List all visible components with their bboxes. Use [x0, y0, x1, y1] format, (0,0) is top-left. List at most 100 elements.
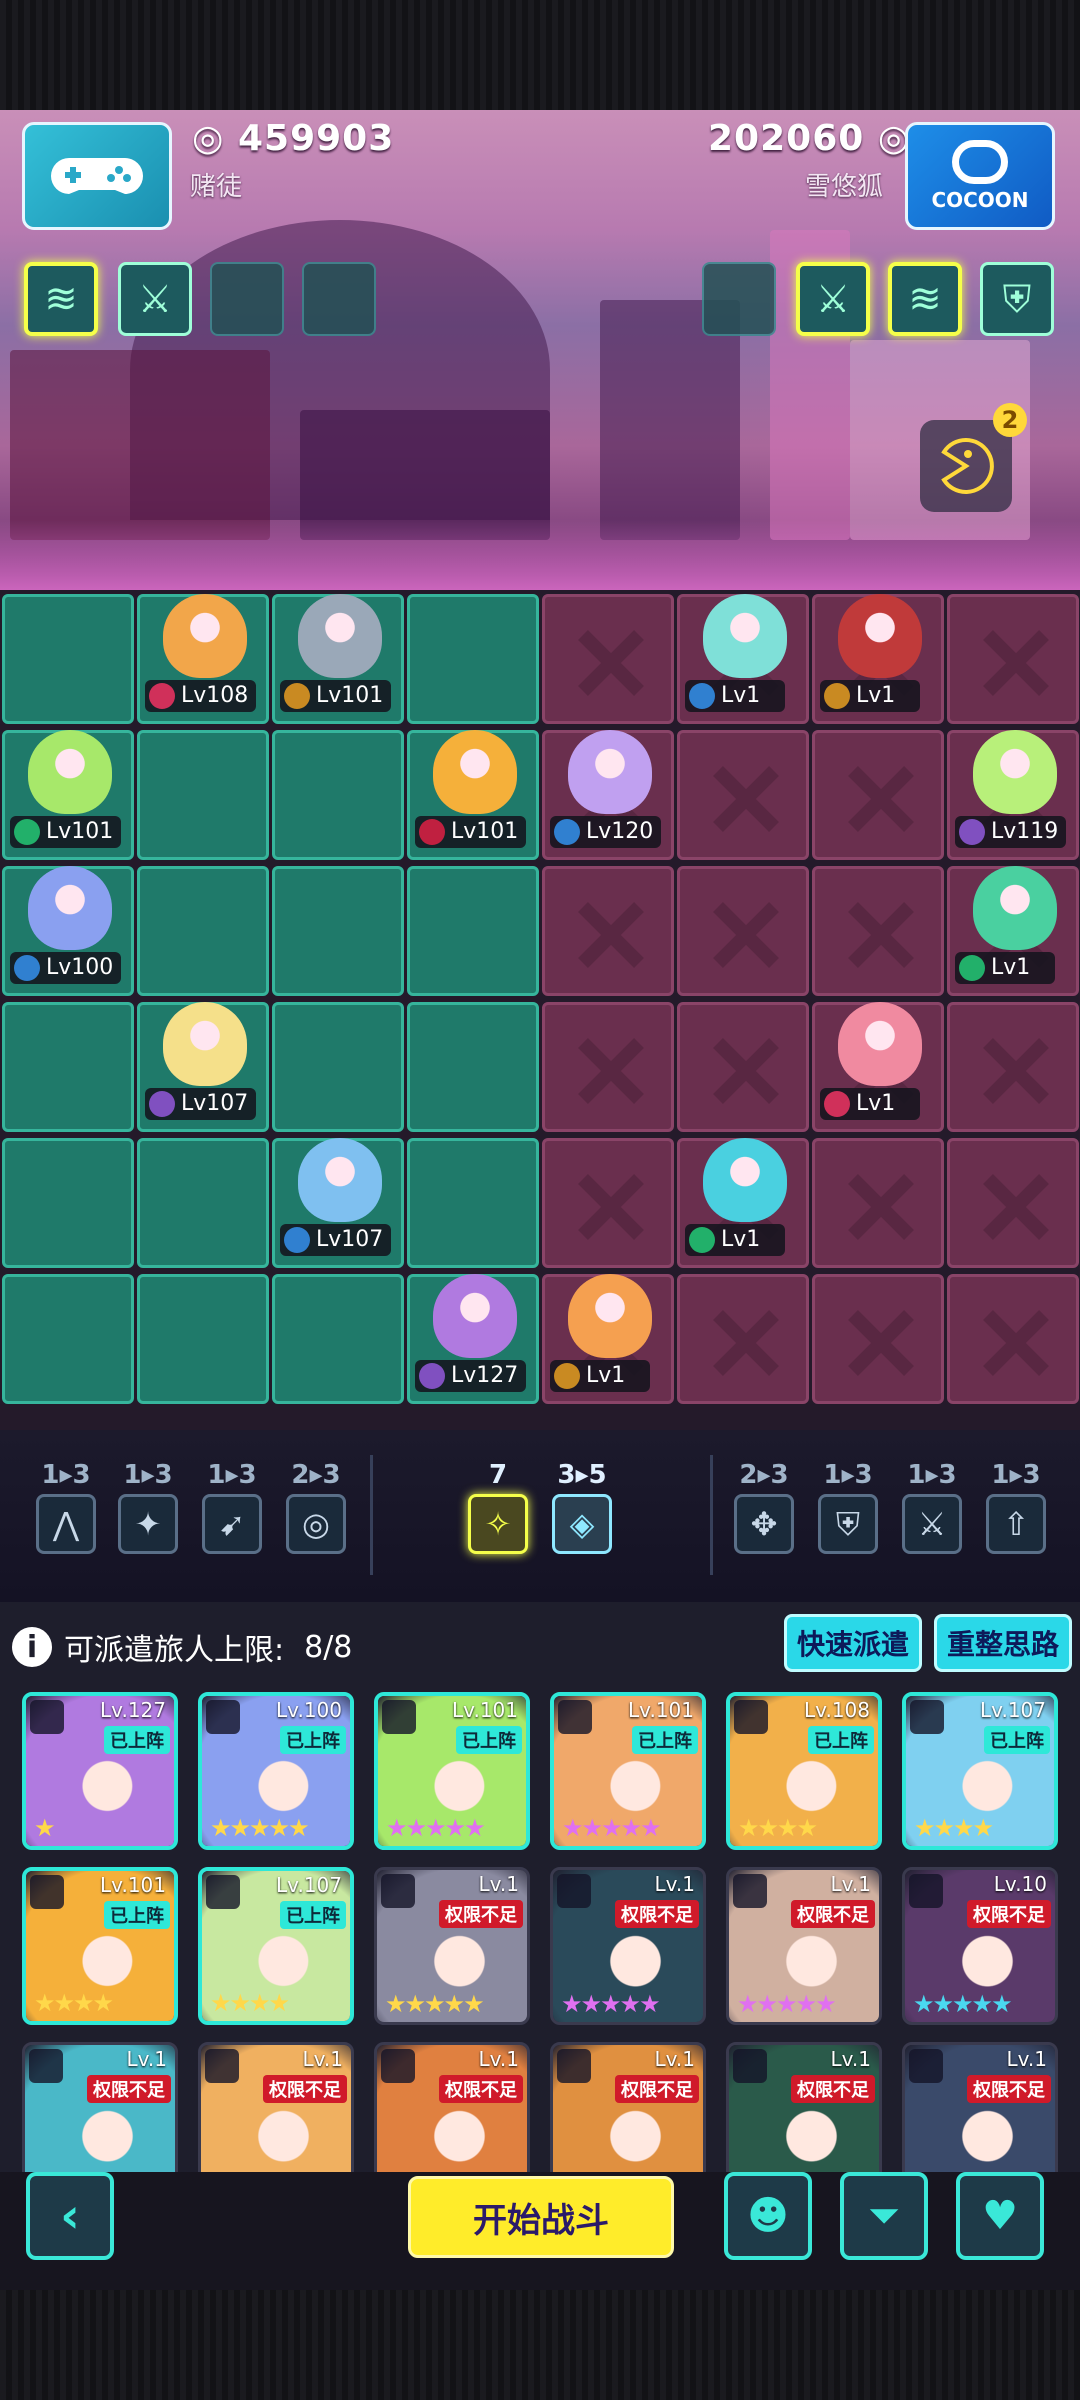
enemy-unit[interactable]: Lv1	[820, 1002, 940, 1132]
traveler-card[interactable]: Lv.1 权限不足 ★★★★★	[374, 1867, 530, 2025]
unit-sprite	[973, 730, 1057, 814]
traveler-card[interactable]: Lv.1 权限不足 ★★★★★	[550, 1867, 706, 2025]
player-unit[interactable]: Lv108	[145, 594, 265, 724]
traveler-card[interactable]: Lv.1 权限不足	[22, 2042, 178, 2172]
roster-panel: i 可派遣旅人上限: 8/8 快速派遣 重整思路 Lv.127 已上阵 ★ Lv.10…	[0, 1602, 1080, 2172]
enemy-unit[interactable]: Lv1	[685, 1138, 805, 1268]
filter-button[interactable]: ⏷	[840, 2172, 928, 2260]
reset-button[interactable]: 重整思路	[934, 1614, 1072, 1672]
traveler-card[interactable]: Lv.1 权限不足	[198, 2042, 354, 2172]
player-tile[interactable]	[2, 1138, 134, 1268]
strategy-button[interactable]: ☻	[724, 2172, 812, 2260]
enemy-unit[interactable]: Lv1	[955, 866, 1075, 996]
enemy-unit[interactable]: Lv1	[685, 594, 805, 724]
player-unit[interactable]: Lv107	[280, 1138, 400, 1268]
info-icon[interactable]: i	[12, 1627, 52, 1667]
blocked-x-icon	[575, 627, 647, 699]
synergy-count: 2▸3	[739, 1460, 789, 1490]
traveler-card[interactable]: Lv.127 已上阵 ★	[22, 1692, 178, 1850]
favorite-button[interactable]: ♥	[956, 2172, 1044, 2260]
player-skill-slot-empty[interactable]	[302, 262, 376, 336]
opponent-skill-sword[interactable]: ⚔	[796, 262, 870, 336]
class-icon	[284, 1227, 310, 1253]
unit-level-text: Lv101	[451, 819, 519, 844]
chat-button[interactable]	[920, 420, 1012, 512]
opponent-skill-shield[interactable]: ⛨	[980, 262, 1054, 336]
enemy-unit[interactable]: Lv119	[955, 730, 1075, 860]
back-button[interactable]: ‹	[26, 2172, 114, 2260]
player-tile[interactable]	[137, 1274, 269, 1404]
player-unit[interactable]: Lv101	[10, 730, 130, 860]
quick-deploy-button[interactable]: 快速派遣	[784, 1614, 922, 1672]
synergy-mountain-peak[interactable]: 1▸3 ⋀	[34, 1460, 98, 1554]
opponent-avatar-card[interactable]: COCOON	[905, 122, 1055, 230]
synergy-diamond-layers[interactable]: 3▸5 ◈	[550, 1460, 614, 1554]
player-skill-wave[interactable]: ≋	[24, 262, 98, 336]
synergy-arrow-target[interactable]: 1▸3 ➹	[200, 1460, 264, 1554]
synergy-sparkle-star[interactable]: 7 ✧	[466, 1460, 530, 1554]
enemy-tile	[542, 1002, 674, 1132]
heart-tag-icon: ♥	[982, 2193, 1018, 2239]
player-tile[interactable]	[2, 1274, 134, 1404]
player-unit[interactable]: Lv101	[415, 730, 535, 860]
player-tile[interactable]	[407, 866, 539, 996]
traveler-card[interactable]: Lv.1 权限不足	[374, 2042, 530, 2172]
class-icon	[284, 683, 310, 709]
locked-tag: 权限不足	[439, 2075, 523, 2103]
synergy-crossed-swords[interactable]: 1▸3 ⚔	[900, 1460, 964, 1554]
player-unit[interactable]: Lv107	[145, 1002, 265, 1132]
player-unit[interactable]: Lv101	[280, 594, 400, 724]
player-tile[interactable]	[272, 730, 404, 860]
blocked-x-icon	[575, 1171, 647, 1243]
player-tile[interactable]	[407, 594, 539, 724]
synergy-shuriken[interactable]: 1▸3 ✦	[116, 1460, 180, 1554]
filter-icon: ⏷	[868, 2193, 900, 2239]
player-tile[interactable]	[2, 1002, 134, 1132]
player-tile[interactable]	[137, 866, 269, 996]
blocked-x-icon	[575, 1035, 647, 1107]
card-level: Lv.1	[302, 2047, 343, 2071]
player-tile[interactable]	[407, 1002, 539, 1132]
traveler-card[interactable]: Lv.1 权限不足	[726, 2042, 882, 2172]
synergy-shield-crest[interactable]: 1▸3 ⛨	[816, 1460, 880, 1554]
synergy-winged-crest[interactable]: 2▸3 ✥	[732, 1460, 796, 1554]
player-avatar-card[interactable]	[22, 122, 172, 230]
player-unit[interactable]: Lv100	[10, 866, 130, 996]
traveler-card[interactable]: Lv.101 已上阵 ★★★★	[22, 1867, 178, 2025]
traveler-card[interactable]: Lv.1 权限不足 ★★★★★	[726, 1867, 882, 2025]
player-skill-slot-empty[interactable]	[210, 262, 284, 336]
traveler-card[interactable]: Lv.108 已上阵 ★★★★	[726, 1692, 882, 1850]
card-level: Lv.101	[628, 1698, 694, 1722]
card-level: Lv.1	[478, 2047, 519, 2071]
locked-tag: 权限不足	[87, 2075, 171, 2103]
player-tile[interactable]	[407, 1138, 539, 1268]
enemy-unit[interactable]: Lv1	[820, 594, 940, 724]
opponent-skill-slot-empty[interactable]	[702, 262, 776, 336]
traveler-card[interactable]: Lv.1 权限不足	[902, 2042, 1058, 2172]
player-unit[interactable]: Lv127	[415, 1274, 535, 1404]
synergy-swirl[interactable]: 2▸3 ◎	[284, 1460, 348, 1554]
traveler-card[interactable]: Lv.1 权限不足	[550, 2042, 706, 2172]
traveler-card[interactable]: Lv.10 权限不足 ★★★★★	[902, 1867, 1058, 2025]
start-battle-button[interactable]: 开始战斗	[408, 2176, 674, 2258]
traveler-card[interactable]: Lv.101 已上阵 ★★★★★	[550, 1692, 706, 1850]
unit-level: Lv127	[415, 1360, 527, 1392]
player-tile[interactable]	[137, 1138, 269, 1268]
class-icon	[824, 683, 850, 709]
traveler-card[interactable]: Lv.101 已上阵 ★★★★★	[374, 1692, 530, 1850]
player-tile[interactable]	[272, 866, 404, 996]
traveler-card[interactable]: Lv.107 已上阵 ★★★★	[902, 1692, 1058, 1850]
player-tile[interactable]	[2, 594, 134, 724]
player-tile[interactable]	[137, 730, 269, 860]
traveler-card[interactable]: Lv.107 已上阵 ★★★★	[198, 1867, 354, 2025]
opponent-skill-wave[interactable]: ≋	[888, 262, 962, 336]
synergy-up-arrow-crest[interactable]: 1▸3 ⇧	[984, 1460, 1048, 1554]
enemy-unit[interactable]: Lv120	[550, 730, 670, 860]
traveler-card[interactable]: Lv.100 已上阵 ★★★★★	[198, 1692, 354, 1850]
enemy-unit[interactable]: Lv1	[550, 1274, 670, 1404]
star-rating: ★★★★	[738, 1814, 818, 1842]
player-tile[interactable]	[272, 1002, 404, 1132]
card-level: Lv.1	[478, 1872, 519, 1896]
player-tile[interactable]	[272, 1274, 404, 1404]
player-skill-sword[interactable]: ⚔	[118, 262, 192, 336]
